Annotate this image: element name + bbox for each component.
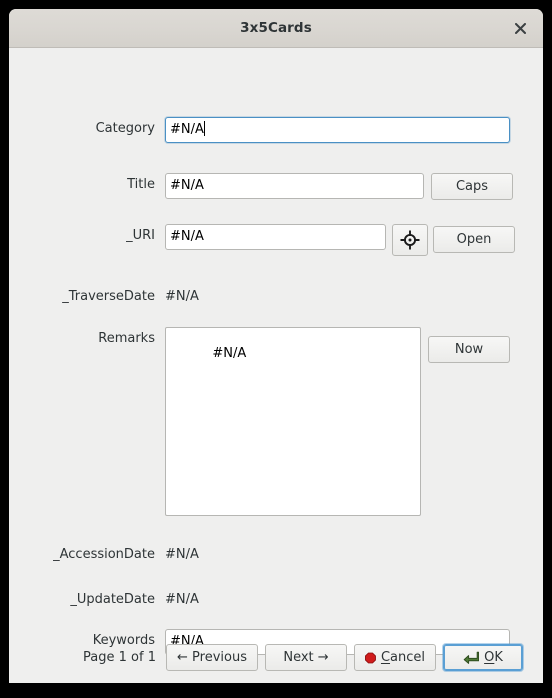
traverse-date-value-area: #N/A — [165, 285, 199, 304]
stop-octagon-icon — [365, 652, 376, 663]
dialog-action-bar: Page 1 of 1 ← Previous Next → Cancel OK — [9, 644, 543, 671]
uri-input[interactable]: #N/A — [165, 224, 386, 250]
title-input-value: #N/A — [170, 178, 204, 193]
dialog-content: Category #N/A Title #N/A Caps _URI #N/A … — [9, 48, 543, 683]
category-input-value: #N/A — [170, 122, 204, 137]
remarks-textarea-value: #N/A — [212, 346, 247, 361]
cancel-label-rest: ancel — [390, 650, 425, 665]
ok-label-rest: K — [494, 650, 503, 665]
cancel-accelerator: C — [380, 650, 391, 665]
label-remarks: Remarks — [98, 331, 155, 346]
close-glyph — [514, 22, 526, 34]
cancel-button[interactable]: Cancel — [354, 644, 436, 671]
update-date-value-area: #N/A — [165, 588, 199, 607]
uri-field-area: #N/A Open — [165, 224, 515, 256]
label-uri: _URI — [126, 228, 155, 243]
cancel-button-label: Cancel — [381, 650, 425, 665]
label-category: Category — [95, 121, 155, 136]
next-button[interactable]: Next → — [265, 644, 347, 671]
crosshair-target-icon-button[interactable] — [392, 224, 428, 256]
field-row-accession-date: _AccessionDate #N/A — [9, 543, 543, 562]
crosshair-target-icon — [400, 230, 420, 250]
previous-button[interactable]: ← Previous — [166, 644, 258, 671]
category-field-area: #N/A — [165, 117, 510, 143]
uri-input-value: #N/A — [170, 229, 204, 244]
accession-date-value: #N/A — [165, 547, 199, 562]
enter-arrow-icon — [463, 651, 480, 664]
now-button[interactable]: Now — [428, 336, 510, 363]
now-button-label: Now — [454, 342, 484, 357]
ok-button[interactable]: OK — [443, 644, 523, 671]
ok-button-label: OK — [484, 650, 503, 665]
dialog-window: 3x5Cards Category #N/A Title #N/A Caps _… — [9, 9, 543, 683]
next-button-label: Next → — [283, 650, 329, 665]
page-indicator: Page 1 of 1 — [83, 650, 156, 665]
field-row-update-date: _UpdateDate #N/A — [9, 588, 543, 607]
caps-button-label: Caps — [455, 179, 489, 194]
label-update-date: _UpdateDate — [70, 592, 155, 607]
label-accession-date: _AccessionDate — [53, 547, 155, 562]
open-button-label: Open — [456, 232, 492, 247]
text-caret — [203, 121, 205, 136]
field-row-title: Title #N/A Caps — [9, 173, 543, 200]
traverse-date-value: #N/A — [165, 289, 199, 304]
category-input[interactable]: #N/A — [165, 117, 510, 143]
field-row-remarks: Remarks #N/A Now — [9, 327, 543, 516]
title-field-area: #N/A Caps — [165, 173, 513, 200]
field-row-traverse-date: _TraverseDate #N/A — [9, 285, 543, 304]
window-title: 3x5Cards — [240, 20, 312, 36]
previous-button-label: ← Previous — [177, 650, 247, 665]
label-traverse-date: _TraverseDate — [62, 289, 155, 304]
field-row-category: Category #N/A — [9, 117, 543, 143]
open-button[interactable]: Open — [433, 226, 515, 253]
label-title: Title — [127, 177, 155, 192]
title-bar: 3x5Cards — [9, 9, 543, 48]
update-date-value: #N/A — [165, 592, 199, 607]
caps-button[interactable]: Caps — [431, 173, 513, 200]
accession-date-value-area: #N/A — [165, 543, 199, 562]
remarks-field-area: #N/A Now — [165, 327, 510, 516]
field-row-uri: _URI #N/A Open — [9, 224, 543, 256]
ok-accelerator: O — [484, 650, 495, 665]
remarks-textarea[interactable]: #N/A — [165, 327, 421, 516]
close-icon[interactable] — [507, 15, 533, 41]
title-input[interactable]: #N/A — [165, 173, 424, 199]
